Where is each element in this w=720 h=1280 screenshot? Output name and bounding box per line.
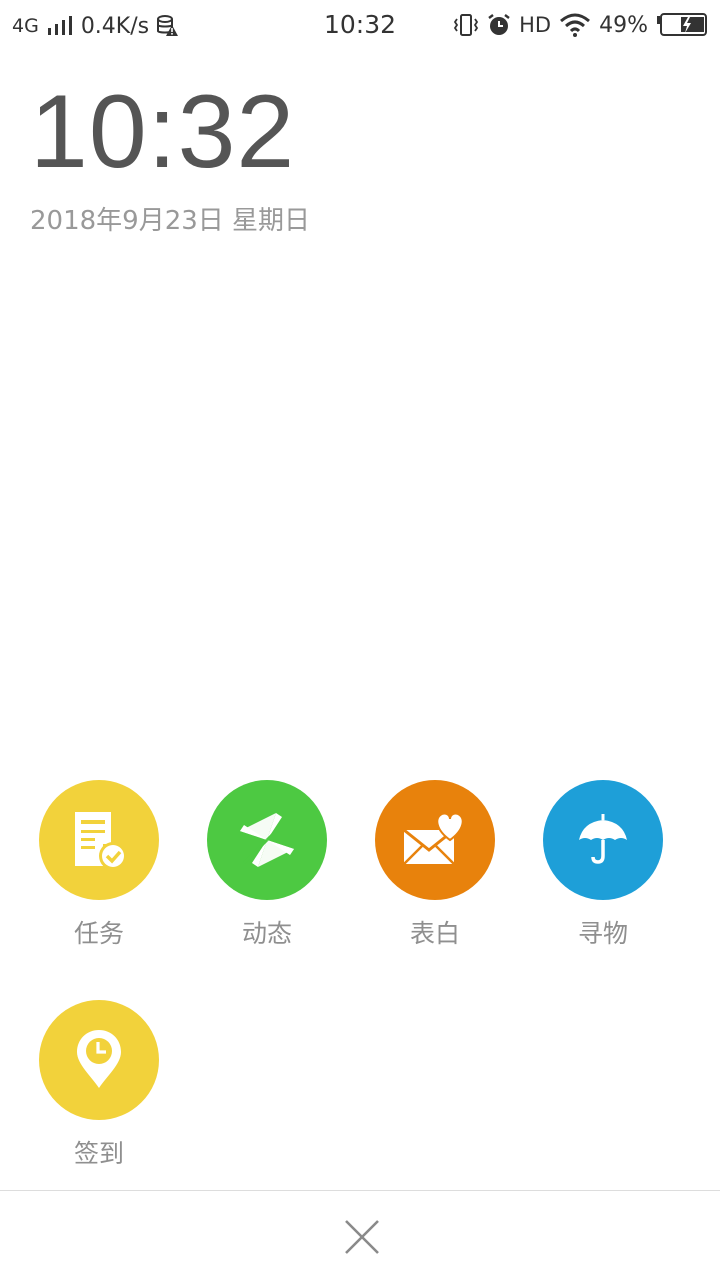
location-clock-icon bbox=[71, 1028, 127, 1092]
status-right: HD 49% bbox=[453, 10, 708, 40]
hd-indicator: HD bbox=[519, 13, 552, 37]
shortcut-task[interactable]: 任务 bbox=[15, 780, 183, 950]
shortcut-lost-found[interactable]: 寻物 bbox=[519, 780, 687, 950]
shortcut-lost-found-circle[interactable] bbox=[543, 780, 663, 900]
shortcut-confession-circle[interactable] bbox=[375, 780, 495, 900]
shortcut-moments-circle[interactable] bbox=[207, 780, 327, 900]
shortcut-lost-found-label: 寻物 bbox=[577, 919, 628, 948]
close-icon bbox=[340, 1215, 384, 1259]
close-button[interactable] bbox=[340, 1215, 384, 1259]
battery-charging-icon bbox=[656, 13, 708, 37]
bottom-bar bbox=[0, 1190, 720, 1280]
shortcut-confession[interactable]: 表白 bbox=[351, 780, 519, 950]
clock-date: 2018年9月23日 星期日 bbox=[30, 206, 311, 236]
shortcut-task-label: 任务 bbox=[73, 919, 124, 948]
vibrate-icon bbox=[453, 13, 479, 37]
love-letter-icon bbox=[400, 808, 470, 872]
task-list-icon bbox=[67, 808, 131, 872]
alarm-icon bbox=[487, 13, 511, 37]
shortcut-checkin-circle[interactable] bbox=[39, 1000, 159, 1120]
status-bar: 4G 0.4K/s 10:32 HD 49% bbox=[0, 0, 720, 52]
umbrella-icon bbox=[575, 812, 631, 868]
shortcut-task-circle[interactable] bbox=[39, 780, 159, 900]
wifi-icon bbox=[559, 13, 591, 37]
shortcut-moments-label: 动态 bbox=[241, 919, 292, 948]
shortcut-moments[interactable]: 动态 bbox=[183, 780, 351, 950]
shortcut-checkin[interactable]: 签到 bbox=[15, 1000, 183, 1170]
shortcut-confession-label: 表白 bbox=[409, 919, 460, 948]
battery-percent: 49% bbox=[599, 12, 648, 38]
shortcut-checkin-label: 签到 bbox=[73, 1139, 124, 1168]
lock-screen: 4G 0.4K/s 10:32 HD 49% 10:32 2018年9月23日 … bbox=[0, 0, 720, 1280]
pinwheel-icon bbox=[232, 805, 302, 875]
clock-time: 10:32 bbox=[30, 74, 296, 190]
